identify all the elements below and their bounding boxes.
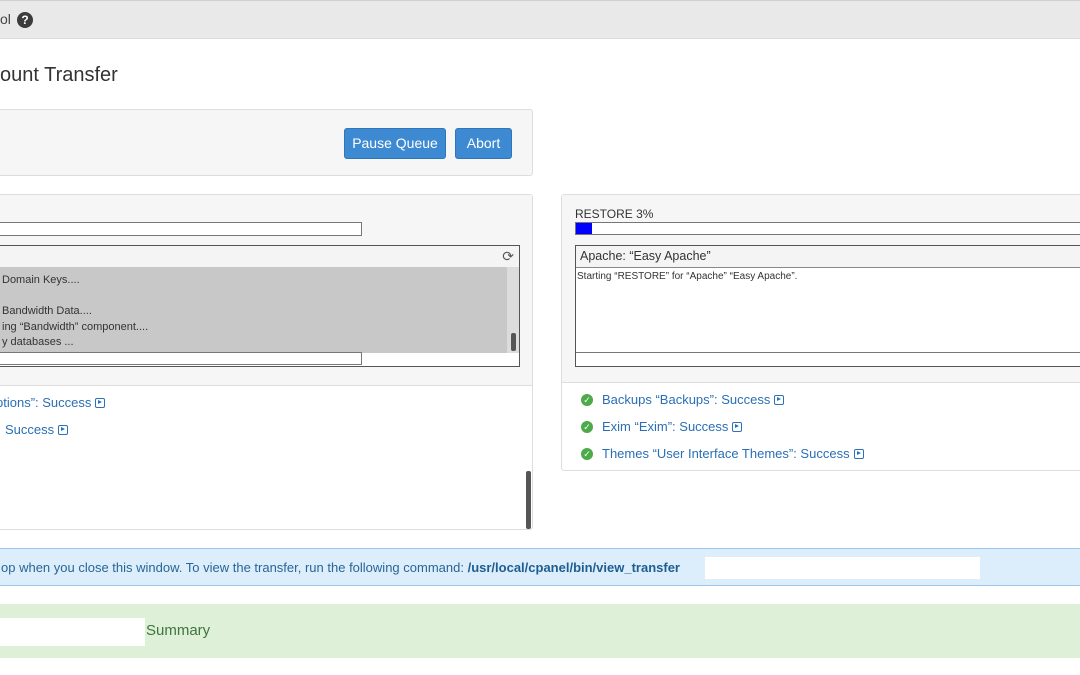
panel-scrollbar-thumb[interactable] — [526, 471, 531, 529]
check-circle-icon: ✓ — [581, 394, 593, 406]
question-circle-icon[interactable]: ? — [17, 12, 33, 28]
right-log-box: Apache: “Easy Apache” Starting “RESTORE”… — [575, 245, 1080, 367]
abort-button[interactable]: Abort — [455, 128, 512, 159]
info-text: op when you close this window. To view t… — [1, 560, 468, 575]
result-item[interactable]: Success — [5, 422, 69, 437]
view-transfer-command: /usr/local/cpanel/bin/view_transfer — [467, 560, 680, 575]
right-log-title: Apache: “Easy Apache” — [580, 249, 711, 263]
play-icon[interactable] — [95, 398, 106, 408]
log-line: Domain Keys.... — [2, 274, 80, 286]
check-circle-icon: ✓ — [581, 421, 593, 433]
left-progress-bar — [0, 222, 362, 236]
pause-queue-button[interactable]: Pause Queue — [344, 128, 446, 159]
right-transfer-panel: RESTORE 3% Apache: “Easy Apache” Startin… — [561, 194, 1080, 471]
page-title: ount Transfer — [0, 64, 118, 86]
play-icon[interactable] — [58, 425, 69, 435]
restore-progress-fill — [576, 223, 592, 234]
summary-label[interactable]: Summary — [146, 622, 210, 639]
right-log-bottom-bar — [576, 352, 1080, 353]
info-bar: op when you close this window. To view t… — [0, 548, 1080, 586]
right-log-header: Apache: “Easy Apache” — [576, 246, 1080, 268]
result-item[interactable]: ptions”: Success — [0, 395, 106, 410]
refresh-icon[interactable]: ⟳ — [502, 248, 514, 265]
log-line: y databases ... — [2, 336, 74, 348]
restore-title: RESTORE 3% — [575, 207, 654, 221]
restore-progress-bar — [575, 222, 1080, 235]
play-icon[interactable] — [774, 395, 785, 405]
log-line: ing “Bandwidth” component.... — [2, 320, 149, 333]
check-circle-icon: ✓ — [581, 448, 593, 460]
summary-field — [0, 618, 145, 646]
log-line: Bandwidth Data.... — [2, 305, 92, 317]
top-bar: ol ? — [0, 0, 1080, 39]
left-log-scroll-thumb[interactable] — [511, 333, 516, 351]
queue-controls-panel: Pause Queue Abort — [0, 109, 533, 176]
play-icon[interactable] — [732, 422, 743, 432]
left-log-scrollbar[interactable] — [507, 267, 519, 353]
left-log-box: ⟳ Domain Keys.... Bandwidth Data.... ing… — [0, 245, 520, 367]
log-line: Starting “RESTORE” for “Apache” “Easy Ap… — [577, 271, 798, 282]
summary-bar[interactable]: Summary — [0, 604, 1080, 658]
left-log-progress — [0, 352, 362, 365]
left-transfer-panel: ⟳ Domain Keys.... Bandwidth Data.... ing… — [0, 194, 533, 530]
info-command-field[interactable] — [705, 557, 980, 579]
breadcrumb: ol — [0, 11, 11, 27]
play-icon[interactable] — [853, 449, 864, 459]
left-log-content: Domain Keys.... Bandwidth Data.... ing “… — [0, 267, 507, 353]
left-log-header: ⟳ — [0, 246, 519, 268]
